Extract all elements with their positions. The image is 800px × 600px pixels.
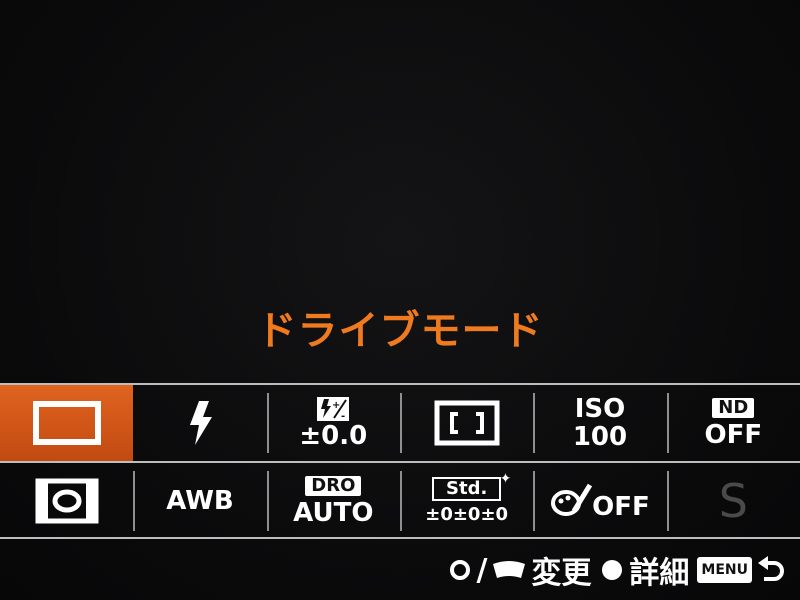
function-menu-grid: + - ±0.0 ISO 100 ND OFF AWB DRO AUTO Std… [0,383,800,539]
detail-hint[interactable]: 詳細 [599,548,689,592]
dro-value: AUTO [293,497,374,528]
scene-value: S [718,474,748,528]
flash-compensation-value: ±0.0 [299,421,368,451]
picture-effect-group: OFF [550,481,650,521]
nd-value: OFF [704,419,763,450]
picture-effect-button[interactable]: OFF [533,463,666,539]
detail-label: 詳細 [629,556,690,591]
creative-style-label: Std. ✦ [432,471,511,501]
metering-mode-button[interactable] [0,463,133,539]
control-hint-bar: / 変更 詳細 MENU [448,548,786,592]
dro-button[interactable]: DRO AUTO [266,463,400,539]
flash-compensation-icon: + - [317,397,350,422]
focus-area-wide-icon [434,400,500,446]
flash-mode-button[interactable] [133,385,266,461]
camera-screen: ドライブモード + - ±0.0 ISO 100 ND OFF AWB DRO … [0,0,800,600]
control-wheel-icon [450,560,471,580]
control-dial-icon [493,561,526,578]
flash-compensation-button[interactable]: + - ±0.0 [266,385,400,461]
nd-filter-button[interactable]: ND OFF [666,385,800,461]
single-shot-icon [32,401,101,445]
picture-effect-value: OFF [592,492,650,522]
flash-icon [189,401,212,445]
menu-back-hint[interactable]: MENU [697,555,786,585]
creative-style-button[interactable]: Std. ✦ ±0±0±0 [399,463,533,539]
dro-label: DRO [305,475,362,496]
change-label: 変更 [531,556,592,591]
function-row-2: AWB DRO AUTO Std. ✦ ±0±0±0 OFF S [0,463,800,539]
focus-area-button[interactable] [399,385,533,461]
page-title: ドライブモード [256,308,544,354]
iso-button[interactable]: ISO 100 [533,385,666,461]
flash-compensation-stack: + - ±0.0 [299,396,367,450]
slash-separator: / [476,552,488,588]
nd-label: ND [712,397,755,418]
scene-button: S [666,463,800,539]
iso-value: 100 [572,422,628,452]
change-hint[interactable]: / 変更 [448,548,591,592]
white-balance-value: AWB [166,486,234,516]
sparkle-icon: ✦ [499,471,512,487]
center-button-icon [602,560,623,580]
white-balance-button[interactable]: AWB [133,463,266,539]
back-arrow-icon [758,556,784,581]
iso-label: ISO [574,394,626,424]
creative-style-value: ±0±0±0 [425,504,509,525]
function-row-1: + - ±0.0 ISO 100 ND OFF [0,385,800,461]
picture-effect-icon [551,483,593,516]
metering-multi-icon [35,478,99,524]
menu-button-icon: MENU [697,557,752,583]
drive-mode-button[interactable] [0,385,134,461]
creative-style-text: Std. [446,478,488,499]
